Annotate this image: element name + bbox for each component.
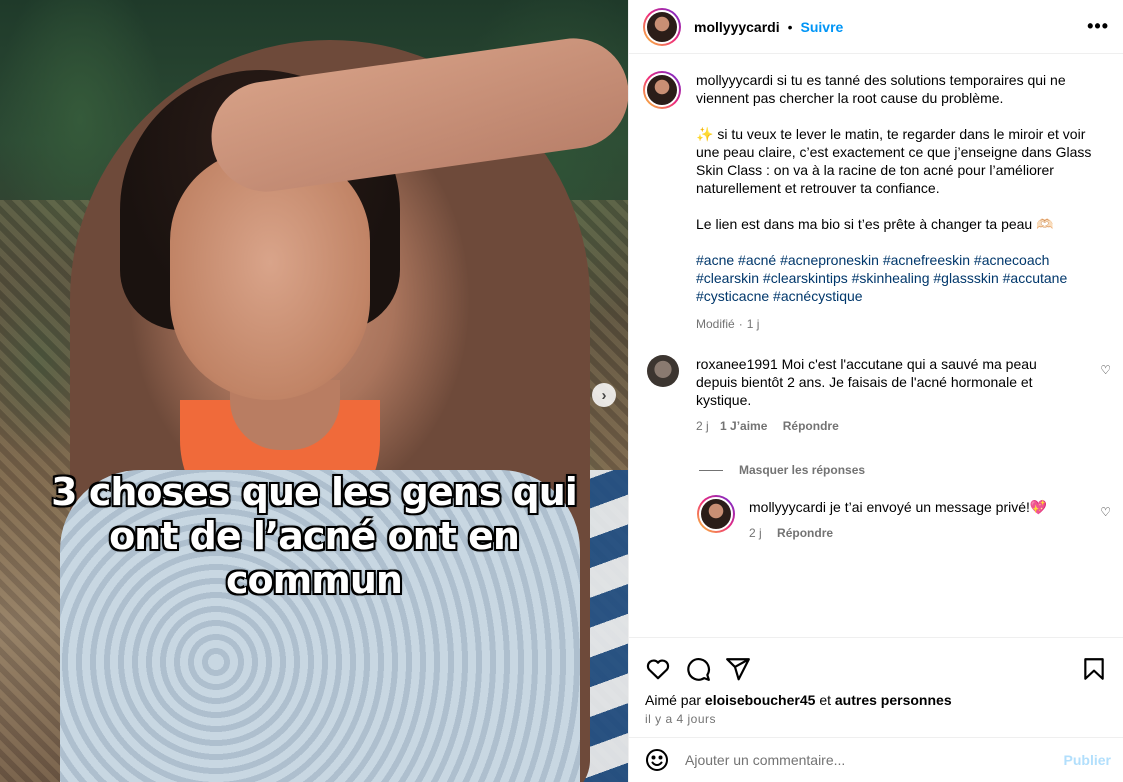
caption-meta: Modifié · 1 j	[696, 315, 1109, 333]
author-username[interactable]: mollyyycardi	[694, 19, 780, 35]
comment-icon[interactable]	[685, 656, 711, 682]
reply-text-block: mollyyycardi je t’ai envoyé un message p…	[749, 498, 1081, 516]
next-media-button[interactable]: ›	[592, 383, 616, 407]
chevron-right-icon: ›	[601, 386, 607, 404]
hashtag[interactable]: #skinhealing	[852, 270, 930, 286]
hashtag[interactable]: #cysticacne	[696, 288, 769, 304]
hashtag[interactable]: #acne	[696, 252, 734, 268]
liked-and: et	[819, 692, 831, 708]
comment-likes[interactable]: 1 J’aime	[720, 419, 767, 433]
caption-avatar[interactable]	[643, 71, 681, 109]
heart-icon[interactable]: ♡	[1100, 363, 1111, 377]
send-icon[interactable]	[725, 656, 751, 682]
comment-age[interactable]: 2 j	[696, 419, 709, 433]
caption: mollyyycardi si tu es tanné des solution…	[629, 55, 1123, 333]
follow-button[interactable]: Suivre	[801, 19, 844, 35]
liked-others[interactable]: autres personnes	[835, 692, 952, 708]
publish-button[interactable]: Publier	[1064, 752, 1111, 768]
header-separator: •	[787, 18, 793, 35]
hashtags: #acne #acné #acneproneskin #acnefreeskin…	[696, 251, 1109, 305]
divider-line	[699, 469, 723, 471]
caption-username[interactable]: mollyyycardi	[696, 72, 773, 88]
overlay-line-1: 3 choses que les gens qui	[51, 470, 578, 514]
caption-age[interactable]: 1 j	[747, 317, 760, 331]
media-overlay-text: 3 choses que les gens qui ont de l’acné …	[0, 470, 628, 602]
liked-prefix: Aimé par	[645, 692, 702, 708]
caption-paragraph-1: mollyyycardi si tu es tanné des solution…	[696, 71, 1109, 107]
more-horizontal-icon[interactable]: •••	[1087, 16, 1109, 37]
comments-section[interactable]: mollyyycardi si tu es tanné des solution…	[629, 55, 1123, 637]
liked-user[interactable]: eloiseboucher45	[705, 692, 816, 708]
caption-paragraph-3: Le lien est dans ma bio si t’es prête à …	[696, 216, 1054, 232]
smiley-icon[interactable]	[645, 748, 669, 772]
comment-input[interactable]: Ajouter un commentaire...	[685, 752, 1064, 768]
hashtag[interactable]: #acnefreeskin	[883, 252, 970, 268]
hashtag[interactable]: #acné	[738, 252, 776, 268]
commenter-username[interactable]: roxanee1991	[696, 356, 778, 372]
hide-replies-button[interactable]: Masquer les réponses	[699, 463, 1123, 477]
add-comment-bar: Ajouter un commentaire... Publier	[629, 737, 1123, 782]
reply: mollyyycardi je t’ai envoyé un message p…	[629, 495, 1123, 542]
reply-avatar[interactable]	[697, 495, 735, 533]
hashtag[interactable]: #clearskin	[696, 270, 759, 286]
post-panel: mollyyycardi • Suivre ••• mollyyycardi s…	[628, 0, 1123, 782]
overlay-line-2: ont de l’acné ont en	[109, 514, 520, 558]
hashtag[interactable]: #accutane	[1003, 270, 1068, 286]
likes-summary: Aimé par eloiseboucher45 et autres perso…	[629, 688, 1123, 708]
comment-text-block: roxanee1991 Moi c'est l'accutane qui a s…	[696, 355, 1081, 409]
heart-icon[interactable]: ♡	[1100, 505, 1111, 519]
hashtag[interactable]: #glassskin	[933, 270, 998, 286]
reply-text: je t’ai envoyé un message privé!💖	[826, 499, 1048, 515]
post-actions: Aimé par eloiseboucher45 et autres perso…	[629, 637, 1123, 737]
edited-label: Modifié	[696, 317, 735, 331]
hashtag[interactable]: #acnecoach	[974, 252, 1050, 268]
reply-actions: 2 j Répondre	[749, 524, 1081, 542]
reply-button[interactable]: Répondre	[783, 419, 839, 433]
post-time[interactable]: il y a 4 jours	[629, 708, 1123, 726]
post-header: mollyyycardi • Suivre •••	[629, 0, 1123, 54]
bookmark-icon[interactable]	[1081, 656, 1107, 682]
comment-actions: 2 j 1 J’aime Répondre	[696, 417, 1081, 435]
hashtag[interactable]: #acnécystique	[773, 288, 863, 304]
overlay-line-3: commun	[226, 558, 403, 602]
post-media[interactable]: 3 choses que les gens qui ont de l’acné …	[0, 0, 628, 782]
commenter-avatar[interactable]	[647, 355, 679, 387]
hashtag[interactable]: #clearskintips	[763, 270, 848, 286]
hide-replies-label: Masquer les réponses	[739, 463, 866, 477]
heart-icon[interactable]	[645, 656, 671, 682]
caption-paragraph-2: ✨ si tu veux te lever le matin, te regar…	[696, 126, 1092, 196]
reply-age[interactable]: 2 j	[749, 526, 762, 540]
reply-username[interactable]: mollyyycardi	[749, 499, 826, 515]
reply-reply-button[interactable]: Répondre	[777, 526, 833, 540]
author-avatar[interactable]	[643, 7, 681, 46]
comment: roxanee1991 Moi c'est l'accutane qui a s…	[629, 355, 1123, 435]
hashtag[interactable]: #acneproneskin	[780, 252, 879, 268]
meta-separator: ·	[738, 317, 743, 331]
